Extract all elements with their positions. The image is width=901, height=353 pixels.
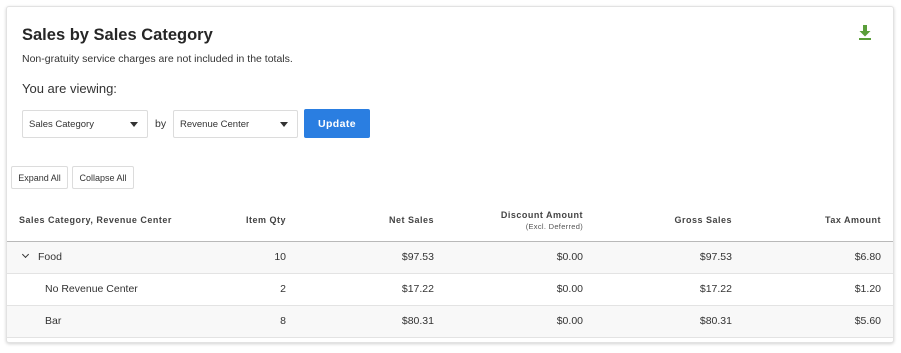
update-button[interactable]: Update xyxy=(304,109,370,138)
net-sales-cell: $97.53 xyxy=(298,241,446,274)
net-sales-cell: $17.22 xyxy=(298,273,446,306)
collapse-all-button[interactable]: Collapse All xyxy=(72,166,134,189)
item-qty-cell: 10 xyxy=(185,241,298,274)
gross-sales-cell: $17.22 xyxy=(595,273,744,306)
column-header-gross-sales[interactable]: Gross Sales xyxy=(595,200,744,242)
viewing-label: You are viewing: xyxy=(22,81,117,96)
gross-sales-cell: $97.53 xyxy=(595,241,744,274)
table-header-row: Sales Category, Revenue Center Item Qty … xyxy=(7,200,893,242)
discount-header-sublabel: (Excl. Deferred) xyxy=(525,221,583,231)
tax-cell: $6.80 xyxy=(744,241,893,274)
tax-cell: $1.20 xyxy=(744,273,893,306)
row-name-cell: Food xyxy=(7,241,185,274)
by-label: by xyxy=(155,118,167,130)
revenue-center-select-value: Revenue Center xyxy=(180,118,250,130)
item-qty-cell: 8 xyxy=(185,305,298,338)
column-header-net-sales[interactable]: Net Sales xyxy=(298,200,446,242)
column-header-discount[interactable]: Discount Amount (Excl. Deferred) xyxy=(446,200,595,242)
row-name: Food xyxy=(38,251,62,263)
tax-cell: $5.60 xyxy=(744,305,893,338)
column-header-category[interactable]: Sales Category, Revenue Center xyxy=(7,200,185,242)
sales-table: Sales Category, Revenue Center Item Qty … xyxy=(7,200,893,338)
discount-cell: $0.00 xyxy=(446,241,595,274)
gross-sales-cell: $80.31 xyxy=(595,305,744,338)
column-header-item-qty[interactable]: Item Qty xyxy=(185,200,298,242)
caret-down-icon xyxy=(130,122,138,127)
table-row[interactable]: Food 10 $97.53 $0.00 $97.53 $6.80 xyxy=(7,241,893,274)
discount-cell: $0.00 xyxy=(446,273,595,306)
report-card: Sales by Sales Category Non-gratuity ser… xyxy=(6,6,894,343)
page-title: Sales by Sales Category xyxy=(22,26,213,44)
sales-category-select-value: Sales Category xyxy=(29,118,94,130)
expand-all-button[interactable]: Expand All xyxy=(11,166,68,189)
discount-header-label: Discount Amount xyxy=(500,209,583,220)
chevron-down-icon[interactable] xyxy=(21,250,30,259)
row-name: No Revenue Center xyxy=(7,273,185,306)
table-row[interactable]: No Revenue Center 2 $17.22 $0.00 $17.22 … xyxy=(7,273,893,306)
column-header-tax[interactable]: Tax Amount xyxy=(744,200,893,242)
item-qty-cell: 2 xyxy=(185,273,298,306)
net-sales-cell: $80.31 xyxy=(298,305,446,338)
table-row[interactable]: Bar 8 $80.31 $0.00 $80.31 $5.60 xyxy=(7,305,893,338)
totals-note: Non-gratuity service charges are not inc… xyxy=(22,53,293,65)
row-name: Bar xyxy=(7,305,185,338)
discount-cell: $0.00 xyxy=(446,305,595,338)
download-icon[interactable] xyxy=(858,24,872,40)
caret-down-icon xyxy=(280,122,288,127)
revenue-center-select[interactable]: Revenue Center xyxy=(173,110,298,138)
sales-category-select[interactable]: Sales Category xyxy=(22,110,148,138)
